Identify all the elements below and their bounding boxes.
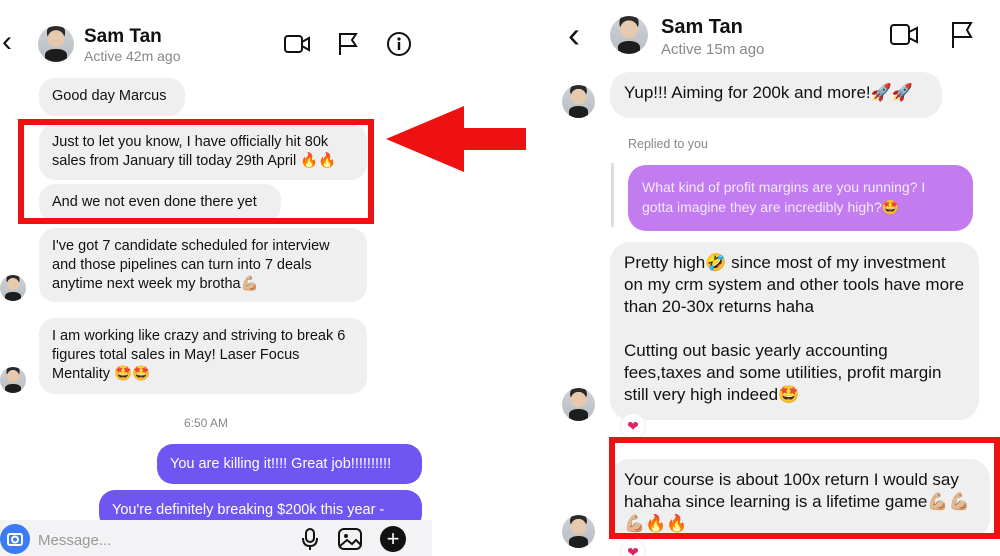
message-composer[interactable]: Message... +: [0, 520, 432, 556]
avatar[interactable]: [610, 16, 648, 54]
microphone-icon[interactable]: [300, 527, 320, 551]
flag-icon[interactable]: [949, 20, 975, 50]
avatar[interactable]: [38, 26, 74, 62]
heart-reaction-icon[interactable]: ❤: [621, 540, 645, 556]
video-call-icon[interactable]: [283, 33, 311, 55]
rofl-emoji-icon: 🤣: [705, 253, 727, 272]
star-struck-emoji-icon: 🤩🤩: [114, 366, 151, 382]
info-icon[interactable]: [386, 31, 412, 57]
incoming-message[interactable]: I am working like crazy and striving to …: [39, 318, 367, 394]
add-plus-icon[interactable]: +: [380, 526, 406, 552]
left-chat-screenshot: ‹ Sam Tan Active 42m ago Good day Marcus…: [0, 0, 432, 556]
sender-avatar: [562, 388, 595, 421]
video-call-icon[interactable]: [889, 22, 919, 48]
back-chevron-icon[interactable]: ‹: [568, 17, 580, 53]
incoming-message[interactable]: Pretty high🤣 since most of my investment…: [610, 242, 979, 420]
active-status: Active 15m ago: [661, 41, 765, 58]
incoming-message[interactable]: Yup!!! Aiming for 200k and more!🚀🚀: [610, 72, 942, 118]
sender-avatar: [0, 367, 26, 393]
contact-name[interactable]: Sam Tan: [661, 16, 743, 39]
heart-reaction-icon[interactable]: ❤: [621, 414, 645, 438]
rocket-emoji-icon: 🚀🚀: [870, 83, 913, 102]
right-chat-screenshot: ‹ Sam Tan Active 15m ago Yup!!! Aiming f…: [543, 0, 1000, 556]
incoming-message[interactable]: I've got 7 candidate scheduled for inter…: [39, 228, 367, 302]
star-struck-emoji-icon: 🤩: [778, 385, 800, 404]
message-input[interactable]: Message...: [38, 532, 111, 549]
replied-label: Replied to you: [628, 137, 708, 151]
active-status: Active 42m ago: [84, 48, 181, 64]
flag-icon[interactable]: [336, 31, 360, 57]
back-chevron-icon[interactable]: ‹: [2, 27, 12, 57]
star-struck-emoji-icon: 🤩: [881, 199, 900, 215]
quoted-message[interactable]: What kind of profit margins are you runn…: [628, 165, 973, 231]
gallery-icon[interactable]: [337, 527, 363, 551]
timestamp: 6:50 AM: [184, 416, 229, 430]
red-arrow-icon: [386, 106, 526, 172]
sender-avatar: [562, 85, 595, 118]
sender-avatar: [0, 275, 26, 301]
highlight-box: [609, 437, 1000, 539]
highlight-box: [18, 119, 374, 224]
camera-icon[interactable]: [0, 524, 30, 554]
sender-avatar: [562, 515, 595, 548]
reply-quote-bar: [611, 163, 614, 227]
flexed-biceps-emoji-icon: 💪🏼: [240, 276, 259, 292]
sent-message[interactable]: You are killing it!!!! Great job!!!!!!!!…: [157, 444, 422, 484]
contact-name[interactable]: Sam Tan: [84, 26, 162, 48]
incoming-message[interactable]: Good day Marcus: [39, 78, 185, 116]
